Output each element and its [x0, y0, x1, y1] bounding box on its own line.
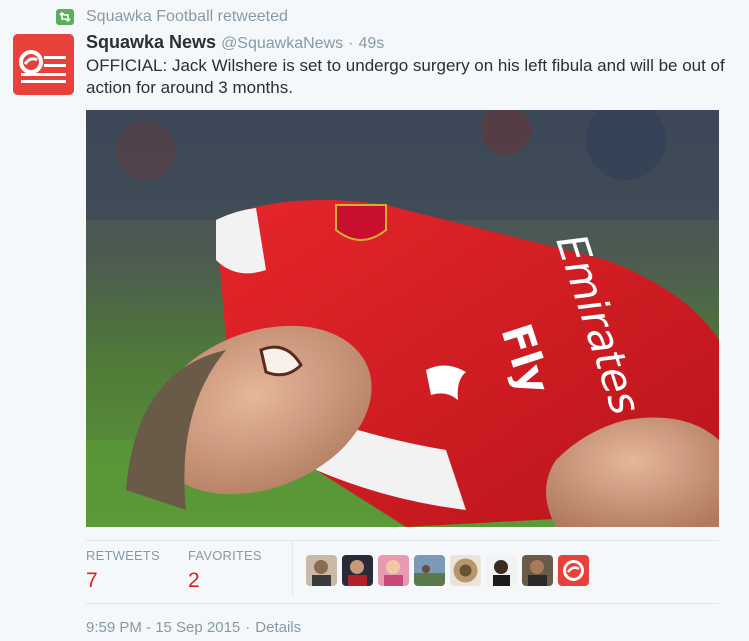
- user-avatar-2[interactable]: [342, 555, 373, 586]
- stats-vertical-divider: [292, 541, 293, 597]
- favorites-count: 2: [188, 569, 200, 592]
- favorites-stat[interactable]: FAVORITES 2: [188, 548, 262, 593]
- retweets-label: RETWEETS: [86, 548, 160, 563]
- squawka-user-avatar[interactable]: [558, 555, 589, 586]
- user-avatar-4[interactable]: [414, 555, 445, 586]
- user-avatar-7[interactable]: [522, 555, 553, 586]
- user-avatar-1[interactable]: [306, 555, 337, 586]
- squawka-logo-icon[interactable]: [13, 34, 74, 95]
- author-name-link[interactable]: Squawka News: [86, 32, 216, 53]
- retweeted-by-link[interactable]: Squawka Football retweeted: [86, 8, 288, 26]
- retweet-icon: [56, 9, 74, 25]
- tweet-footer: 9:59 PM - 15 Sep 2015 · Details: [86, 619, 301, 636]
- tweet-timestamp-link[interactable]: 49s: [358, 35, 384, 53]
- engaged-users: [306, 555, 589, 586]
- details-link[interactable]: Details: [255, 619, 301, 636]
- user-avatar-6[interactable]: [486, 555, 517, 586]
- stats-divider-top: [86, 540, 719, 541]
- stats-divider-bottom: [86, 603, 719, 604]
- tweet-photo[interactable]: Fly Emirates: [86, 110, 719, 527]
- tweet-text: OFFICIAL: Jack Wilshere is set to underg…: [86, 56, 725, 97]
- retweet-context: Squawka Football retweeted: [56, 8, 288, 26]
- author-username-link[interactable]: @SquawkaNews: [221, 35, 343, 53]
- tweet-header: Squawka News @SquawkaNews · 49s: [86, 32, 384, 54]
- favorites-label: FAVORITES: [188, 548, 262, 563]
- tweet-datetime: 9:59 PM - 15 Sep 2015: [86, 619, 241, 636]
- retweets-stat[interactable]: RETWEETS 7: [86, 548, 160, 593]
- user-avatar-5[interactable]: [450, 555, 481, 586]
- footer-separator: ·: [245, 619, 251, 636]
- retweets-count: 7: [86, 569, 98, 592]
- user-avatar-3[interactable]: [378, 555, 409, 586]
- separator-dot: ·: [348, 35, 354, 52]
